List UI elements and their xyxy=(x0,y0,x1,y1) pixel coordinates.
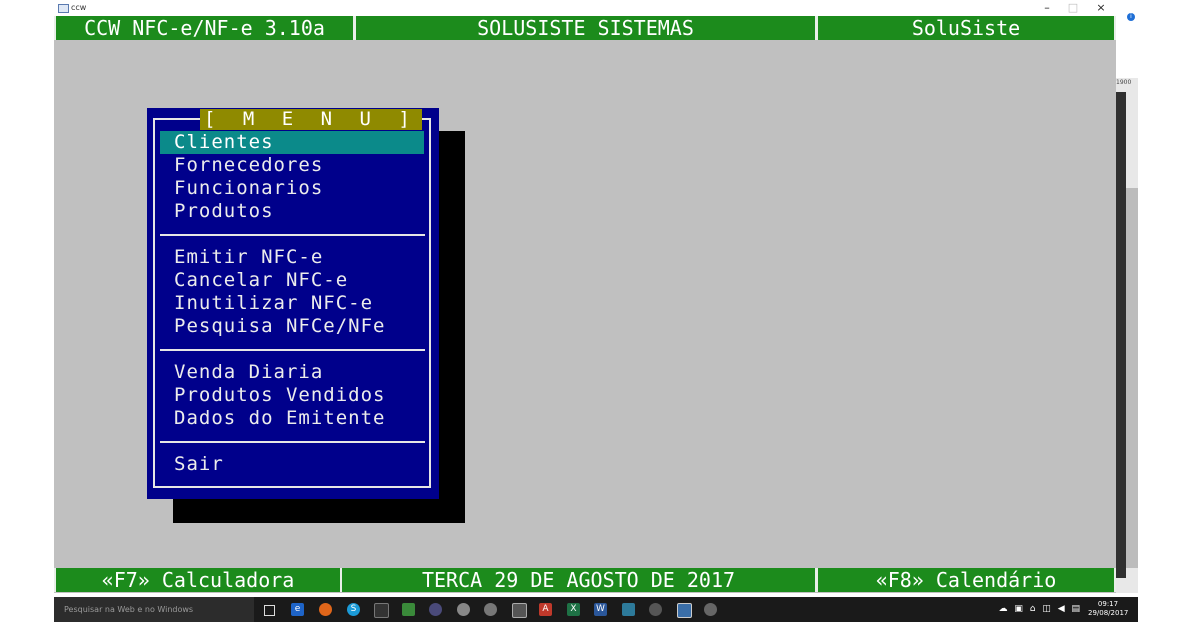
menu-item-cancelar-nfce[interactable]: Cancelar NFC-e xyxy=(160,269,424,292)
console-area: CCW NFC-e/NF-e 3.10a SOLUSISTE SISTEMAS … xyxy=(54,16,1116,593)
menu-divider xyxy=(160,349,425,351)
menu-item-sair[interactable]: Sair xyxy=(160,453,424,476)
menu-item-clientes[interactable]: Clientes xyxy=(160,131,424,154)
menu-item-fornecedores[interactable]: Fornecedores xyxy=(160,154,424,177)
monitor-icon[interactable] xyxy=(622,603,635,616)
terminal-icon[interactable] xyxy=(374,603,389,618)
pdf-icon[interactable]: A xyxy=(539,603,552,616)
app-icon-gray[interactable] xyxy=(457,603,470,616)
app-icon-gray-2[interactable] xyxy=(484,603,497,616)
main-menu: [ M E N U ] Clientes Fornecedores Funcio… xyxy=(147,108,439,499)
menu-divider xyxy=(160,234,425,236)
top-status-bar: CCW NFC-e/NF-e 3.10a SOLUSISTE SISTEMAS … xyxy=(54,16,1116,40)
app-icon-heart[interactable] xyxy=(649,603,662,616)
app-icon-purple[interactable] xyxy=(429,603,442,616)
app-icon-tools[interactable] xyxy=(704,603,717,616)
vertical-scrollbar[interactable]: 1900 xyxy=(1116,78,1138,593)
bottom-status-bar: «F7» Calculadora TERCA 29 DE AGOSTO DE 2… xyxy=(54,568,1116,592)
edge-browser-icon[interactable]: e xyxy=(291,603,304,616)
menu-title: [ M E N U ] xyxy=(200,109,422,130)
menu-item-inutilizar-nfce[interactable]: Inutilizar NFC-e xyxy=(160,292,424,315)
clock-time: 09:17 xyxy=(1097,600,1119,608)
file-icon[interactable] xyxy=(512,603,527,618)
info-badge-icon[interactable]: i xyxy=(1127,13,1135,21)
excel-icon[interactable]: X xyxy=(567,603,580,616)
windows-taskbar: Pesquisar na Web e no Windows e S A X W … xyxy=(54,597,1138,622)
scrollbar-track xyxy=(1116,92,1126,578)
maximize-button[interactable]: □ xyxy=(1062,1,1084,15)
task-view-icon[interactable] xyxy=(264,605,275,616)
clock-date: 29/08/2017 xyxy=(1088,609,1129,617)
menu-item-produtos-vendidos[interactable]: Produtos Vendidos xyxy=(160,384,424,407)
scrollbar-label: 1900 xyxy=(1116,79,1132,86)
menu-item-venda-diaria[interactable]: Venda Diaria xyxy=(160,361,424,384)
app-icon-green[interactable] xyxy=(402,603,415,616)
f8-calendar-shortcut[interactable]: «F8» Calendário xyxy=(816,568,1116,592)
date-label: TERCA 29 DE AGOSTO DE 2017 xyxy=(340,568,817,592)
close-button[interactable]: × xyxy=(1090,1,1112,15)
brand-label: SoluSiste xyxy=(816,16,1116,40)
menu-item-emitir-nfce[interactable]: Emitir NFC-e xyxy=(160,246,424,269)
app-icon xyxy=(58,4,69,13)
window-titlebar: ccw – □ × xyxy=(54,0,1116,16)
ccw-app-icon[interactable] xyxy=(677,603,692,618)
firefox-icon[interactable] xyxy=(319,603,332,616)
company-label: SOLUSISTE SISTEMAS xyxy=(354,16,817,40)
menu-item-dados-emitente[interactable]: Dados do Emitente xyxy=(160,407,424,430)
taskbar-search-input[interactable]: Pesquisar na Web e no Windows xyxy=(54,597,254,622)
menu-item-produtos[interactable]: Produtos xyxy=(160,200,424,223)
menu-item-pesquisa-nfce-nfe[interactable]: Pesquisa NFCe/NFe xyxy=(160,315,424,338)
scrollbar-thumb[interactable] xyxy=(1126,188,1138,568)
f7-calculator-shortcut[interactable]: «F7» Calculadora xyxy=(54,568,342,592)
app-version-label: CCW NFC-e/NF-e 3.10a xyxy=(54,16,355,40)
menu-item-funcionarios[interactable]: Funcionarios xyxy=(160,177,424,200)
window-title: ccw xyxy=(71,3,87,12)
word-icon[interactable]: W xyxy=(594,603,607,616)
tray-clock[interactable]: 09:17 29/08/2017 xyxy=(1088,600,1128,618)
tray-icons[interactable]: ☁ ▣ ⌂ ◫ ◀ ▤ xyxy=(999,604,1082,614)
skype-icon[interactable]: S xyxy=(347,603,360,616)
minimize-button[interactable]: – xyxy=(1036,1,1058,15)
menu-divider xyxy=(160,441,425,443)
